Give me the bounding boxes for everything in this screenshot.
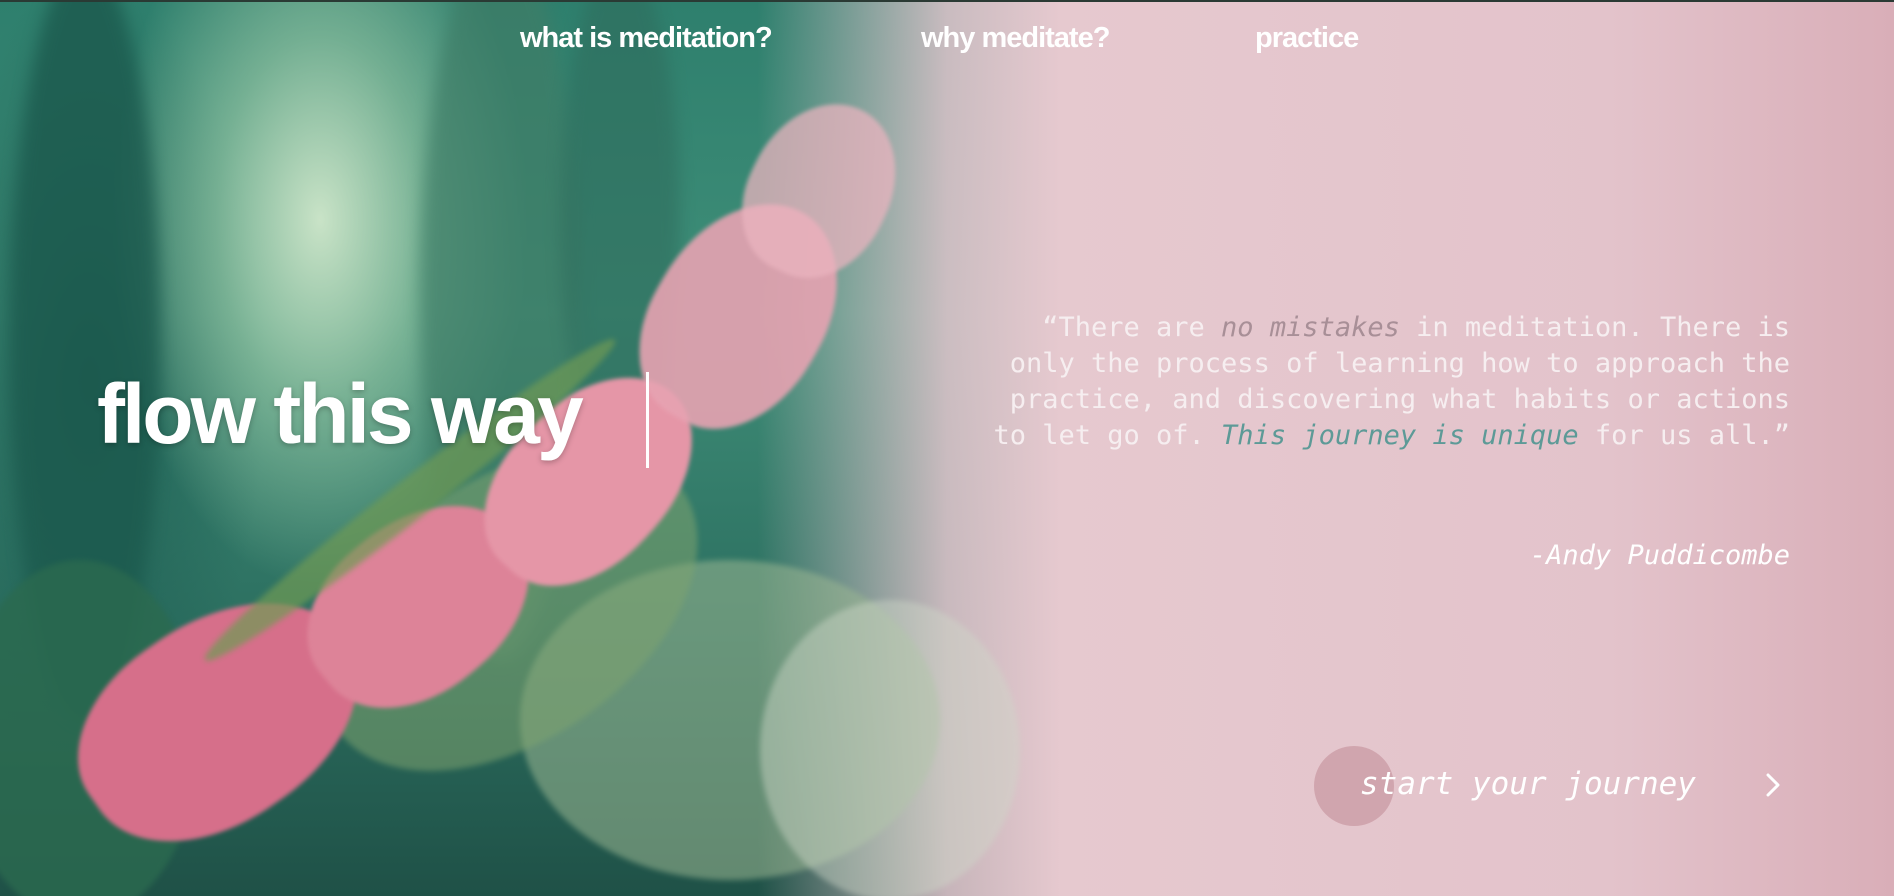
quote-emphasis-no-mistakes: no mistakes — [1221, 312, 1400, 343]
chevron-right-icon — [1766, 773, 1780, 797]
quote-text-3: for us all.” — [1578, 420, 1790, 451]
nav-link-practice[interactable]: practice — [1255, 22, 1359, 55]
quote-author: -Andy Puddicombe — [1529, 540, 1790, 571]
meditation-quote: “There are no mistakes in meditation. Th… — [980, 310, 1790, 454]
quote-emphasis-journey: This journey is unique — [1221, 420, 1579, 451]
top-border — [0, 0, 1894, 2]
typing-caret — [646, 372, 649, 468]
cta-label: start your journey — [1360, 766, 1696, 802]
quote-text-1: “There are — [1042, 312, 1222, 343]
start-journey-button[interactable]: start your journey — [1314, 744, 1804, 828]
nav-link-why-meditate[interactable]: why meditate? — [921, 22, 1110, 55]
hero-title: flow this way — [97, 367, 584, 461]
nav-link-what-is-meditation[interactable]: what is meditation? — [520, 22, 773, 55]
